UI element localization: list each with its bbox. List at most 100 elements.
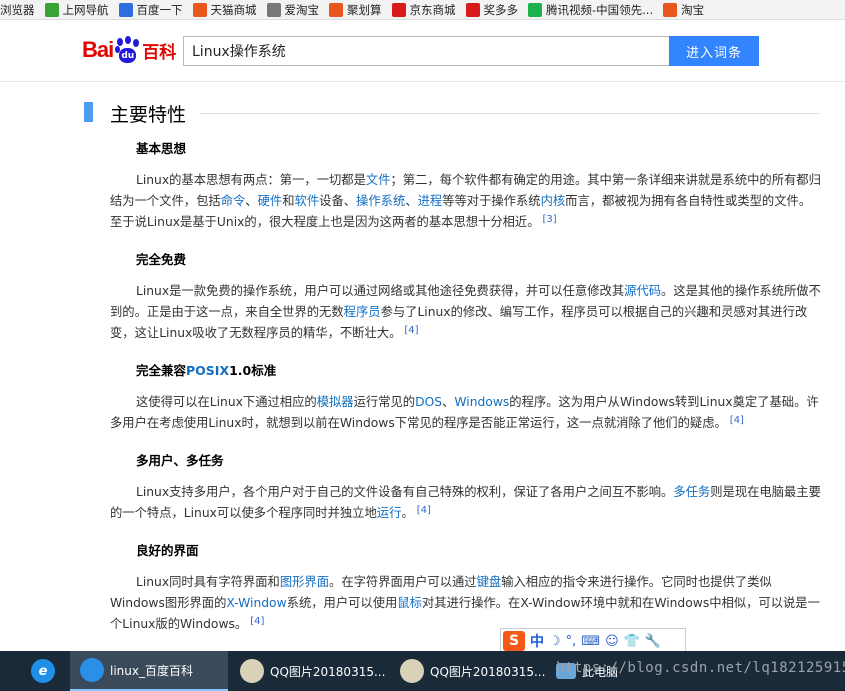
inline-link[interactable]: Windows: [454, 395, 509, 409]
paragraph-free: Linux是一款免费的操作系统，用户可以通过网络或其他途径免费获得，并可以任意修…: [110, 281, 822, 344]
subheading-free: 完全免费: [136, 252, 187, 267]
inline-link[interactable]: 进程: [418, 194, 443, 208]
ime-skin-icon[interactable]: 👕: [624, 634, 640, 649]
ie-icon: e: [31, 659, 55, 683]
browser-window-icon: [80, 658, 104, 682]
inline-link[interactable]: 键盘: [477, 575, 502, 589]
bookmark-label: 腾讯视频-中国领先...: [546, 2, 654, 17]
posix-link[interactable]: POSIX: [186, 363, 229, 378]
search-input[interactable]: [183, 36, 670, 66]
paint-icon: [240, 659, 264, 683]
paragraph-text: 。: [401, 506, 414, 520]
bookmark-item[interactable]: 爱淘宝: [263, 0, 326, 19]
inline-link[interactable]: 硬件: [258, 194, 283, 208]
bookmark-label: 天猫商城: [210, 2, 257, 17]
subheading-posix: 完全兼容POSIX1.0标准: [136, 363, 277, 378]
inline-link[interactable]: 操作系统: [356, 194, 405, 208]
tmall-icon: [192, 2, 207, 17]
bookmark-item[interactable]: 上网导航: [41, 0, 115, 19]
taskbar-baike-label: linux_百度百科: [110, 663, 193, 678]
ime-chinese-mode[interactable]: 中: [530, 631, 544, 651]
bookmark-item[interactable]: 奖多多: [462, 0, 525, 19]
inline-link[interactable]: 多任务: [673, 485, 710, 499]
bookmark-label: 京东商城: [409, 2, 456, 17]
bookmarks-bar: 浏览器 上网导航 百度一下 天猫商城 爱淘宝 聚划算 京东商城 奖多多 腾讯视频-中国领先...…: [0, 0, 845, 20]
ime-settings-icon[interactable]: 🔧: [645, 634, 661, 649]
section-divider: [200, 113, 820, 114]
inline-link[interactable]: 模拟器: [317, 395, 354, 409]
hao-icon: [44, 2, 59, 17]
ime-halfwidth-icon[interactable]: ☽: [549, 634, 561, 649]
bookmark-label: 奖多多: [483, 2, 519, 17]
inline-link[interactable]: X-Window: [226, 596, 286, 610]
sogou-ime-icon[interactable]: S: [503, 631, 525, 651]
bookmark-item[interactable]: 聚划算: [325, 0, 388, 19]
reference-link[interactable]: [3]: [543, 214, 557, 225]
inline-link[interactable]: 源代码: [624, 284, 661, 298]
paragraph-basic-idea: Linux的基本思想有两点：第一，一切都是文件；第二，每个软件都有确定的用途。其…: [110, 170, 822, 233]
baidu-paw-icon: [118, 2, 133, 17]
bookmark-item[interactable]: 京东商城: [388, 0, 462, 19]
taskbar-qq-image-2[interactable]: QQ图片20180315...: [388, 651, 548, 691]
article-content: 主要特性 基本思想 Linux的基本思想有两点：第一，一切都是文件；第二，每个软…: [0, 83, 845, 650]
baidu-baike-logo[interactable]: Bai du 百科: [82, 32, 176, 68]
bookmark-label: 浏览器: [0, 2, 35, 17]
reference-link[interactable]: [4]: [730, 415, 744, 426]
taskbar-qq-image-1[interactable]: QQ图片20180315...: [228, 651, 388, 691]
section-title: 主要特性: [110, 104, 187, 126]
logo-bai-text: Bai: [82, 37, 114, 62]
ime-punctuation-icon[interactable]: °,: [566, 634, 577, 649]
paragraph-text: Linux同时具有字符界面和: [136, 575, 280, 589]
bookmark-item[interactable]: 腾讯视频-中国领先...: [524, 0, 659, 19]
reference-link[interactable]: [4]: [404, 325, 418, 336]
tencent-video-icon: [528, 2, 542, 17]
inline-link[interactable]: 鼠标: [397, 596, 422, 610]
enter-entry-button[interactable]: 进入词条: [669, 36, 759, 66]
taskbar-start-edge[interactable]: [0, 651, 22, 691]
paragraph-text: 等等对于操作系统: [442, 194, 541, 208]
subheading-basic-idea: 基本思想: [136, 141, 187, 156]
bookmark-item[interactable]: 百度一下: [115, 0, 189, 19]
inline-link[interactable]: 图形界面: [280, 575, 329, 589]
ime-user-icon[interactable]: ☺: [605, 634, 619, 649]
inline-link[interactable]: 软件: [295, 194, 320, 208]
inline-link[interactable]: 程序员: [344, 305, 381, 319]
jiangduoduo-icon: [465, 2, 480, 17]
paragraph-text: 、: [442, 395, 455, 409]
bookmark-item[interactable]: 浏览器: [0, 0, 41, 19]
paragraph-text: 运行常见的: [353, 395, 416, 409]
paragraph-text: Linux支持多用户，各个用户对于自己的文件设备有自己特殊的权利，保证了各用户之…: [136, 485, 674, 499]
subheading-multiuser: 多用户、多任务: [136, 453, 224, 468]
paragraph-text: 这使得可以在Linux下通过相应的: [136, 395, 317, 409]
bookmark-item[interactable]: 天猫商城: [189, 0, 263, 19]
paragraph-text: 设备、: [319, 194, 357, 208]
paragraph-text: 和: [282, 194, 295, 208]
paragraph-text: 、: [245, 194, 258, 208]
inline-link[interactable]: 内核: [541, 194, 566, 208]
paint-icon: [400, 659, 424, 683]
inline-link[interactable]: 文件: [366, 173, 391, 187]
paragraph-text: 。在字符界面用户可以通过: [329, 575, 477, 589]
logo-baike-text: 百科: [142, 42, 177, 63]
inline-link[interactable]: DOS: [415, 395, 442, 409]
reference-link[interactable]: [4]: [250, 616, 264, 627]
paragraph-text: 、: [405, 194, 418, 208]
baike-header: Bai du 百科 进入词条: [0, 20, 845, 82]
juhuasuan-icon: [329, 2, 343, 17]
subheading-interface: 良好的界面: [136, 543, 199, 558]
globe-icon: [266, 2, 281, 17]
bookmark-label: 上网导航: [62, 2, 109, 17]
taskbar-ie[interactable]: e: [22, 651, 70, 691]
taobao-icon: [663, 2, 678, 17]
inline-link[interactable]: 运行: [377, 506, 402, 520]
taskbar-qq2-label: QQ图片20180315...: [430, 664, 546, 679]
paragraph-text: 系统，用户可以使用: [286, 596, 398, 610]
bookmark-label: 淘宝: [681, 2, 705, 17]
paragraph-posix: 这使得可以在Linux下通过相应的模拟器运行常见的DOS、Windows的程序。…: [110, 392, 822, 434]
bookmark-item[interactable]: 淘宝: [659, 0, 710, 19]
reference-link[interactable]: [4]: [417, 505, 431, 516]
taskbar-baike-window[interactable]: linux_百度百科: [70, 651, 228, 691]
bookmark-label: 爱淘宝: [284, 2, 320, 17]
inline-link[interactable]: 命令: [221, 194, 246, 208]
ime-keyboard-icon[interactable]: ⌨: [581, 634, 600, 649]
